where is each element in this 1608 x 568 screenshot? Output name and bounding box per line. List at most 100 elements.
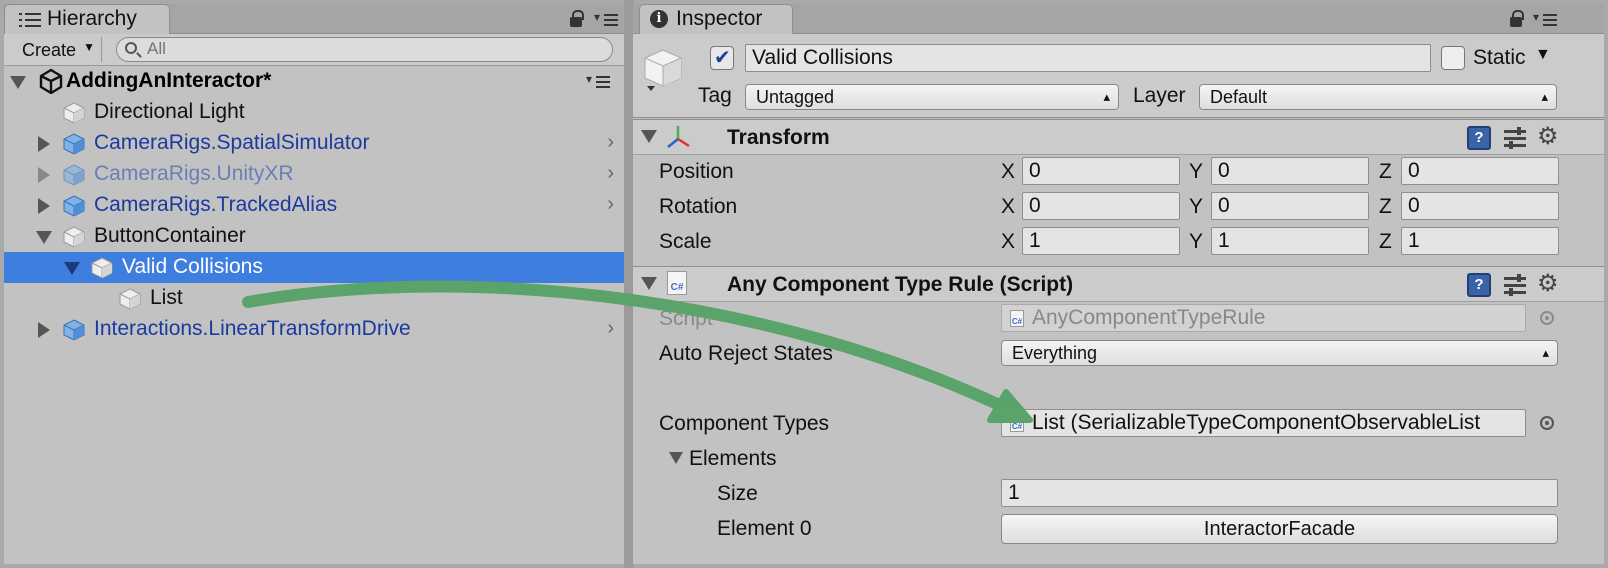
help-book-icon[interactable]: ? (1467, 273, 1491, 297)
position-label: Position (659, 160, 734, 183)
gameobject-large-icon (644, 49, 682, 91)
rotation-x-field[interactable]: 0 (1022, 192, 1180, 220)
info-icon: i (650, 10, 668, 28)
auto-reject-label: Auto Reject States (659, 342, 833, 365)
axis-y-label: Y (1189, 230, 1204, 253)
unity-scene-icon (39, 68, 63, 94)
updown-arrow-icon: ▴ (1542, 345, 1549, 360)
lock-icon[interactable] (1510, 10, 1524, 27)
panel-menu-icon[interactable] (594, 10, 620, 28)
collapse-icon[interactable] (36, 231, 52, 244)
rotation-z-field[interactable]: 0 (1401, 192, 1559, 220)
axis-x-label: X (1001, 195, 1016, 218)
static-dropdown-icon[interactable]: ▼ (1535, 46, 1551, 64)
chevron-right-icon[interactable]: › (607, 162, 614, 185)
axis-x-label: X (1001, 230, 1016, 253)
hierarchy-search[interactable] (116, 37, 613, 62)
expand-icon[interactable] (38, 322, 50, 338)
hierarchy-item-label: CameraRigs.UnityXR (94, 162, 294, 185)
static-label: Static (1473, 46, 1526, 69)
hierarchy-item-directional-light[interactable]: Directional Light (4, 97, 624, 128)
gear-icon[interactable]: ⚙ (1537, 125, 1559, 149)
scene-menu-icon[interactable] (586, 72, 612, 90)
rotation-label: Rotation (659, 195, 738, 218)
hierarchy-tab[interactable]: Hierarchy (4, 4, 170, 34)
object-name-value: Valid Collisions (752, 46, 893, 69)
chevron-right-icon[interactable]: › (607, 317, 614, 340)
rotation-x-value: 0 (1029, 194, 1041, 217)
scale-y-value: 1 (1218, 229, 1230, 252)
hierarchy-panel: Hierarchy Create ▼ AddingAnInteractor* (4, 4, 637, 564)
position-x-field[interactable]: 0 (1022, 157, 1180, 185)
component-header[interactable]: C# Any Component Type Rule (Script) ? ⚙ (633, 266, 1604, 302)
csharp-script-icon: C# (667, 271, 687, 295)
scale-x-field[interactable]: 1 (1022, 227, 1180, 255)
hierarchy-item-button-container[interactable]: ButtonContainer (4, 221, 624, 252)
help-book-icon[interactable]: ? (1467, 126, 1491, 150)
expand-icon[interactable] (38, 167, 50, 183)
rotation-y-field[interactable]: 0 (1211, 192, 1369, 220)
hierarchy-item-list[interactable]: List (4, 283, 624, 314)
scale-z-field[interactable]: 1 (1401, 227, 1559, 255)
component-types-label: Component Types (659, 412, 830, 435)
gameobject-cube-icon (118, 287, 142, 311)
gear-icon[interactable]: ⚙ (1537, 272, 1559, 296)
position-z-field[interactable]: 0 (1401, 157, 1559, 185)
csharp-script-icon: C# (1010, 310, 1024, 327)
auto-reject-value: Everything (1012, 343, 1098, 363)
element0-value: InteractorFacade (1203, 518, 1356, 540)
scale-x-value: 1 (1029, 229, 1041, 252)
prefab-cube-icon (62, 318, 86, 342)
size-field[interactable]: 1 (1001, 479, 1558, 507)
axis-x-label: X (1001, 160, 1016, 183)
component-types-field[interactable]: C# List (SerializableTypeComponentObserv… (1001, 409, 1526, 437)
chevron-right-icon[interactable]: › (607, 131, 614, 154)
rotation-y-value: 0 (1218, 194, 1230, 217)
prefab-cube-icon (62, 163, 86, 187)
object-picker-icon[interactable] (1540, 416, 1554, 430)
inspector-tab[interactable]: i Inspector (639, 4, 793, 34)
collapse-icon[interactable] (10, 76, 26, 89)
tag-dropdown[interactable]: Untagged ▴ (745, 84, 1119, 110)
expand-icon[interactable] (38, 136, 50, 152)
panel-menu-icon[interactable] (1533, 10, 1559, 28)
hierarchy-tab-label: Hierarchy (47, 7, 137, 30)
layer-dropdown[interactable]: Default ▴ (1199, 84, 1557, 110)
position-z-value: 0 (1408, 159, 1420, 182)
position-y-value: 0 (1218, 159, 1230, 182)
presets-icon[interactable] (1504, 274, 1526, 296)
expand-icon[interactable] (38, 198, 50, 214)
auto-reject-dropdown[interactable]: Everything ▴ (1001, 340, 1558, 366)
hierarchy-item-linear-transform-drive[interactable]: Interactions.LinearTransformDrive › (4, 314, 624, 345)
hierarchy-item-label: CameraRigs.SpatialSimulator (94, 131, 370, 154)
collapse-icon[interactable] (641, 277, 657, 290)
chevron-right-icon[interactable]: › (607, 193, 614, 216)
collapse-icon[interactable] (641, 130, 657, 143)
hierarchy-item-spatial-simulator[interactable]: CameraRigs.SpatialSimulator › (4, 128, 624, 159)
element0-button[interactable]: InteractorFacade (1001, 514, 1558, 544)
active-checkbox[interactable] (710, 45, 734, 70)
presets-icon[interactable] (1504, 127, 1526, 149)
gameobject-cube-icon (62, 225, 86, 249)
position-y-field[interactable]: 0 (1211, 157, 1369, 185)
lock-icon[interactable] (570, 10, 584, 27)
elements-label: Elements (689, 447, 777, 470)
hierarchy-item-label: CameraRigs.TrackedAlias (94, 193, 338, 216)
static-checkbox[interactable] (1441, 46, 1465, 70)
search-input[interactable] (147, 39, 587, 59)
collapse-icon[interactable] (64, 262, 80, 275)
hierarchy-item-valid-collisions[interactable]: Valid Collisions (4, 252, 624, 283)
inspector-tab-label: Inspector (676, 7, 763, 30)
scale-y-field[interactable]: 1 (1211, 227, 1369, 255)
create-button-label: Create (22, 40, 77, 60)
transform-header[interactable]: Transform ? ⚙ (633, 119, 1604, 155)
scene-row[interactable]: AddingAnInteractor* (4, 66, 624, 97)
hierarchy-item-tracked-alias[interactable]: CameraRigs.TrackedAlias › (4, 190, 624, 221)
elements-collapse-icon[interactable] (669, 452, 683, 464)
component-title: Any Component Type Rule (Script) (727, 273, 1074, 296)
hierarchy-item-unity-xr[interactable]: CameraRigs.UnityXR › (4, 159, 624, 190)
updown-arrow-icon: ▴ (1103, 89, 1110, 104)
create-button[interactable]: Create ▼ (12, 37, 102, 62)
object-name-field[interactable]: Valid Collisions (745, 44, 1431, 72)
axis-z-label: Z (1379, 230, 1392, 253)
